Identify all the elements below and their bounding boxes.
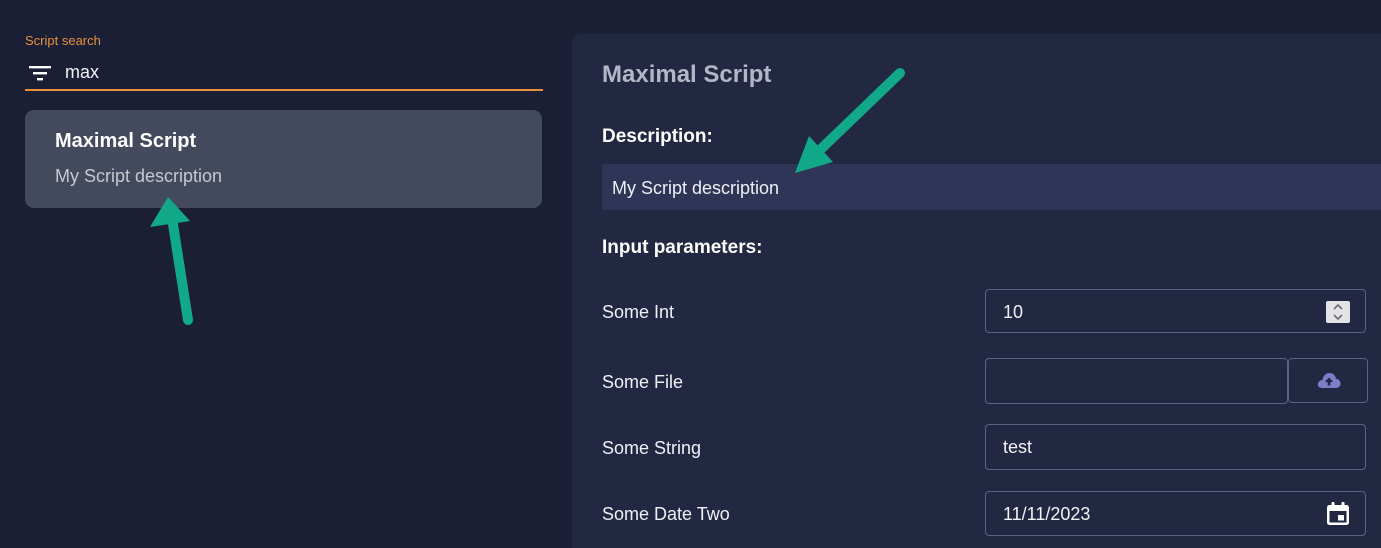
annotation-arrow-left [150, 197, 193, 325]
app-root: Script search Maximal Script My Script d… [0, 0, 1381, 548]
annotation-arrow-right [795, 68, 905, 173]
annotation-arrows [150, 68, 905, 325]
